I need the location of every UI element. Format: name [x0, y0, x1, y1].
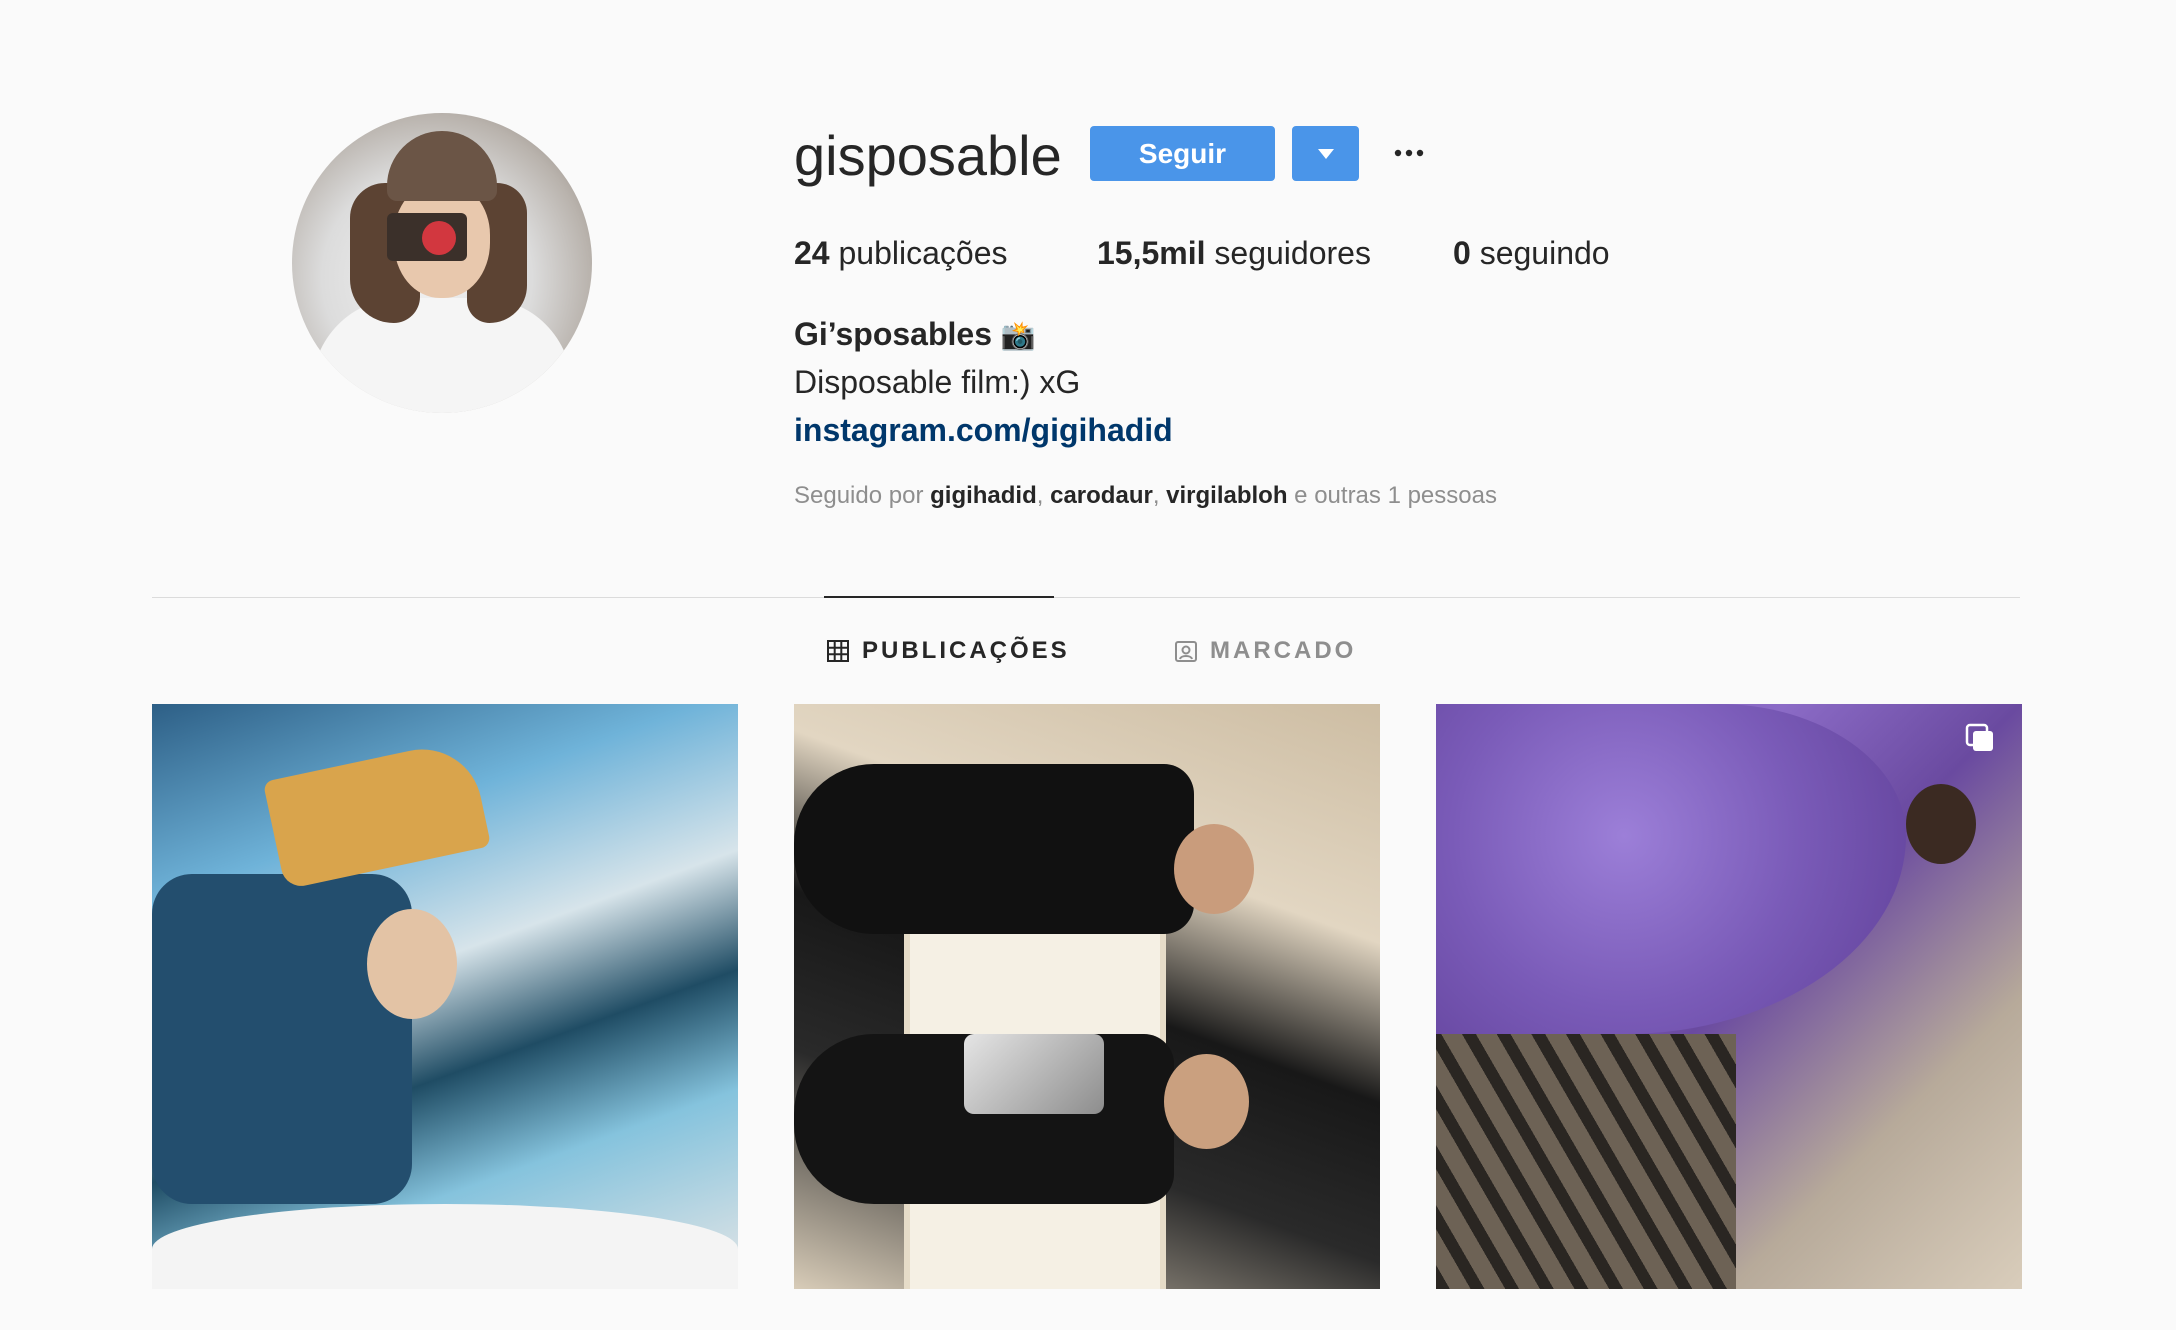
- followed-by-separator: ,: [1152, 482, 1167, 509]
- tab-tagged[interactable]: MARCADO: [1174, 634, 1356, 668]
- tab-tagged-label: MARCADO: [1210, 637, 1357, 664]
- post-thumbnail[interactable]: [152, 704, 738, 1289]
- suggested-accounts-button[interactable]: [1292, 126, 1359, 181]
- following-count[interactable]: 0 seguindo: [1453, 233, 1610, 273]
- followed-by-suffix: e outras 1 pessoas: [1287, 482, 1497, 509]
- multiple-photos-icon: [1965, 723, 1993, 751]
- bio-text: Disposable film:) xG: [794, 364, 1081, 400]
- followed-by-separator: ,: [1036, 482, 1051, 509]
- post-thumbnail[interactable]: [1436, 704, 2022, 1289]
- followers-count[interactable]: 15,5mil seguidores: [1097, 233, 1371, 273]
- tabs-divider: [152, 597, 2020, 598]
- follower-account-link[interactable]: virgilabloh: [1166, 482, 1287, 509]
- profile-avatar[interactable]: [292, 113, 592, 413]
- full-name-text: Gi’sposables: [794, 316, 992, 352]
- camera-flash-emoji: 📸: [1000, 320, 1036, 351]
- follow-button[interactable]: Seguir: [1090, 126, 1275, 181]
- follower-account-link[interactable]: carodaur: [1050, 482, 1153, 509]
- posts-count-value: 24: [794, 235, 830, 271]
- bio-link[interactable]: instagram.com/gigihadid: [794, 410, 1173, 450]
- tab-posts-label: PUBLICAÇÕES: [862, 637, 1070, 664]
- followers-count-label: seguidores: [1205, 235, 1371, 271]
- tagged-person-icon: [1175, 641, 1197, 662]
- followers-count-value: 15,5mil: [1097, 235, 1206, 271]
- active-tab-indicator: [824, 596, 1054, 598]
- grid-icon: [827, 640, 849, 662]
- more-options-button[interactable]: [1392, 135, 1426, 171]
- following-count-value: 0: [1453, 235, 1471, 271]
- profile-username: gisposable: [794, 124, 1062, 187]
- followed-by-prefix: Seguido por: [794, 482, 931, 509]
- more-options-icon: [1394, 149, 1424, 157]
- triangle-down-icon: [1317, 148, 1334, 159]
- profile-full-name: Gi’sposables 📸: [794, 314, 1036, 356]
- profile-page: gisposable Seguir 24 publicações 15,5mil…: [0, 0, 2176, 1330]
- posts-count-label: publicações: [829, 235, 1008, 271]
- follower-account-link[interactable]: gigihadid: [930, 482, 1037, 509]
- post-thumbnail[interactable]: [794, 704, 1380, 1289]
- following-count-label: seguindo: [1470, 235, 1610, 271]
- followed-by-summary[interactable]: Seguido por gigihadid, carodaur, virgila…: [794, 480, 1497, 512]
- posts-count: 24 publicações: [794, 233, 1007, 273]
- tab-posts[interactable]: PUBLICAÇÕES: [826, 634, 1070, 668]
